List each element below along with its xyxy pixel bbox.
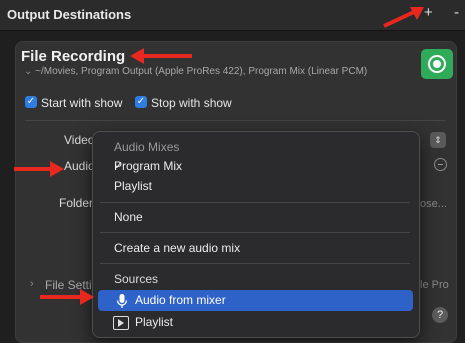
remove-destination-button[interactable]: - <box>454 4 459 21</box>
menu-separator <box>100 263 410 264</box>
playlist-icon <box>113 316 129 330</box>
file-settings-value: le Pro <box>420 279 449 291</box>
menu-item-label: Program Mix <box>114 159 183 173</box>
chevron-right-icon[interactable]: › <box>30 278 34 290</box>
annotation-arrow <box>40 289 94 305</box>
start-with-show-checkbox[interactable]: ✓ <box>25 96 37 108</box>
menu-item-label: None <box>114 210 143 224</box>
folder-label: Folder <box>59 196 94 210</box>
menu-section-audio-mixes: Audio Mixes <box>114 140 180 154</box>
video-select-stepper[interactable]: ⇕ <box>430 132 446 148</box>
menu-item-playlist[interactable]: Playlist <box>98 176 413 197</box>
start-with-show-label: Start with show <box>41 96 123 110</box>
annotation-arrow <box>14 161 64 177</box>
menu-item-create-audio-mix[interactable]: Create a new audio mix <box>98 238 413 259</box>
chevron-down-icon: ⌄ <box>24 66 33 77</box>
stop-with-show-label: Stop with show <box>151 96 232 110</box>
menu-separator <box>100 202 410 203</box>
summary-text: ~/Movies, Program Output (Apple ProRes 4… <box>35 66 368 77</box>
annotation-arrow <box>383 7 424 28</box>
menu-item-none[interactable]: None <box>98 207 413 228</box>
file-recording-summary[interactable]: ⌄ ~/Movies, Program Output (Apple ProRes… <box>24 66 367 77</box>
annotation-arrow <box>130 48 192 64</box>
record-dot <box>433 60 441 68</box>
page-title: Output Destinations <box>7 7 132 22</box>
menu-item-playlist-source[interactable]: Playlist <box>98 312 413 333</box>
menu-item-program-mix[interactable]: ✓ Program Mix <box>98 156 413 177</box>
remove-audio-icon[interactable] <box>434 158 447 171</box>
menu-item-label: Playlist <box>114 179 153 193</box>
menu-item-audio-from-mixer[interactable]: Audio from mixer <box>98 290 413 311</box>
video-label: Video <box>64 133 95 147</box>
record-button[interactable] <box>421 49 453 79</box>
audio-label: Audio <box>64 159 95 173</box>
menu-item-label: Playlist <box>135 315 174 329</box>
help-icon[interactable]: ? <box>432 307 448 323</box>
menu-section-sources: Sources <box>114 272 159 286</box>
stop-with-show-checkbox[interactable]: ✓ <box>135 96 147 108</box>
file-recording-title: File Recording <box>21 48 126 65</box>
menu-separator <box>100 232 410 233</box>
panel-divider <box>25 120 445 121</box>
microphone-icon <box>116 294 128 308</box>
choose-folder-button[interactable]: ose... <box>420 198 447 210</box>
menu-item-label: Create a new audio mix <box>114 241 241 255</box>
menu-item-label: Audio from mixer <box>135 293 226 307</box>
